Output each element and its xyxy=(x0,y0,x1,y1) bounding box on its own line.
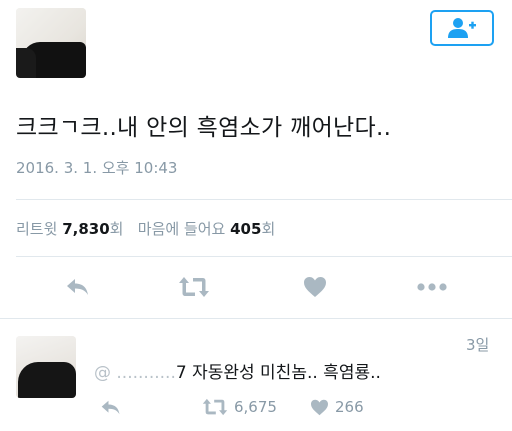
retweet-button[interactable] xyxy=(176,274,212,300)
tweet-text: 크크ㄱ크..내 안의 흑염소가 깨어난다.. xyxy=(16,115,392,141)
tweet-timestamp: 2016. 3. 1. 오후 10:43 xyxy=(16,159,178,177)
heart-icon xyxy=(311,399,328,415)
likes-label: 마음에 들어요 xyxy=(137,220,226,238)
more-icon xyxy=(417,283,447,291)
heart-icon xyxy=(304,277,326,297)
reply-like-count: 266 xyxy=(335,398,364,416)
reply-time: 3일 xyxy=(466,336,490,354)
add-user-icon xyxy=(448,18,476,38)
divider xyxy=(16,256,512,257)
more-button[interactable] xyxy=(414,276,450,298)
reply-button[interactable] xyxy=(60,274,96,300)
reply-avatar[interactable] xyxy=(16,336,76,398)
divider xyxy=(0,318,512,319)
like-button[interactable] xyxy=(297,273,333,301)
retweet-icon xyxy=(202,398,228,416)
reply-reply-button[interactable] xyxy=(98,397,124,417)
reply-text-redacted: @ ........... xyxy=(94,363,176,383)
retweets-label: 리트윗 xyxy=(16,220,58,238)
retweets-suffix: 회 xyxy=(109,220,124,238)
likes-suffix: 회 xyxy=(261,220,276,238)
divider xyxy=(16,199,512,200)
reply-icon xyxy=(67,279,88,295)
tweet-stats: 리트윗 7,830회 마음에 들어요 405회 xyxy=(16,218,275,239)
follow-button[interactable] xyxy=(430,10,494,46)
retweets-count[interactable]: 7,830 xyxy=(62,220,109,238)
reply-icon xyxy=(101,400,120,414)
author-avatar[interactable] xyxy=(16,8,86,78)
reply-retweet-button[interactable]: 6,675 xyxy=(202,396,277,418)
reply-text-body: 7 자동완성 미친놈.. 흑염룡.. xyxy=(175,363,381,383)
retweet-icon xyxy=(179,277,209,297)
reply-text: @ ...........7 자동완성 미친놈.. 흑염룡.. xyxy=(94,358,381,383)
reply-retweet-count: 6,675 xyxy=(234,398,277,416)
reply-like-button[interactable]: 266 xyxy=(310,396,364,418)
likes-count[interactable]: 405 xyxy=(230,220,261,238)
